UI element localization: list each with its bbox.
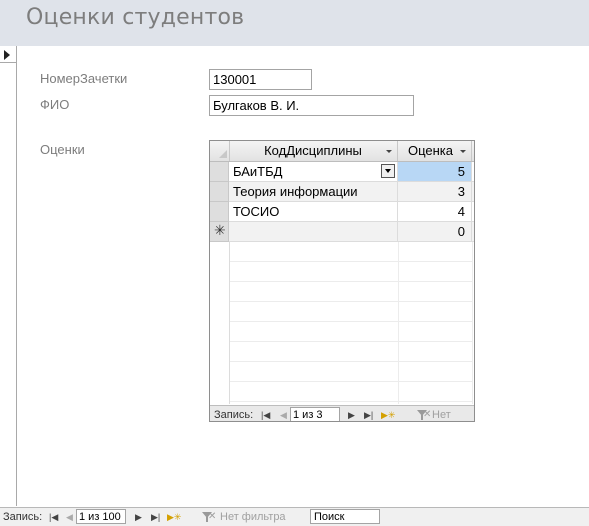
subform-record-position[interactable]: 1 из 3 xyxy=(290,407,340,421)
new-record-row[interactable]: ✳ 0 xyxy=(210,222,474,242)
new-record-marker-icon: ✳ xyxy=(214,223,226,239)
column-header-grade-label: Оценка xyxy=(407,143,454,158)
column-header-discipline[interactable]: КодДисциплины xyxy=(229,141,398,161)
table-row[interactable]: ТОСИО 4 xyxy=(210,202,474,222)
empty-area-divider xyxy=(398,242,399,404)
empty-area-divider xyxy=(472,242,473,404)
grade-cell[interactable]: 3 xyxy=(398,182,472,201)
datasheet-header: КодДисциплины Оценка xyxy=(210,141,474,162)
main-filter-status[interactable]: Нет фильтра xyxy=(220,508,286,526)
discipline-value: БАиТБД xyxy=(233,164,283,179)
subform-filter-status[interactable]: Нет фил xyxy=(432,406,474,421)
empty-area-line xyxy=(229,262,472,282)
row-selector[interactable] xyxy=(210,162,229,182)
empty-area-divider xyxy=(229,242,230,404)
empty-area-line xyxy=(229,382,472,402)
datasheet-body: БАиТБД 5 Теория информации 3 ТОСИО 4 ✳ 0 xyxy=(210,162,474,404)
grades-label: Оценки xyxy=(40,142,85,157)
empty-area-line xyxy=(229,242,472,262)
empty-area-line xyxy=(229,362,472,382)
record-selector-bar[interactable] xyxy=(0,46,17,506)
access-form-window: Оценки студентов НомерЗачетки 130001 ФИО… xyxy=(0,0,589,526)
discipline-cell[interactable] xyxy=(229,222,398,241)
grade-cell[interactable]: 4 xyxy=(398,202,472,221)
last-record-icon[interactable]: ▶| xyxy=(151,508,160,526)
table-row[interactable]: БАиТБД 5 xyxy=(210,162,474,182)
row-selector[interactable] xyxy=(210,202,229,222)
grade-cell[interactable]: 5 xyxy=(398,162,472,181)
combo-dropdown-button[interactable] xyxy=(381,164,395,178)
fio-field[interactable]: Булгаков В. И. xyxy=(209,95,414,116)
column-header-discipline-label: КодДисциплины xyxy=(264,143,362,158)
first-record-icon[interactable]: |◀ xyxy=(261,406,270,421)
new-record-icon[interactable]: ▶✳ xyxy=(167,508,181,526)
subform-navigation-bar: Запись: |◀ ◀ 1 из 3 ▶ ▶| ▶✳ ✕ Нет фил xyxy=(210,405,474,421)
last-record-icon[interactable]: ▶| xyxy=(364,406,373,421)
discipline-cell[interactable]: Теория информации xyxy=(229,182,398,201)
form-header: Оценки студентов xyxy=(0,0,589,46)
first-record-icon[interactable]: |◀ xyxy=(49,508,58,526)
new-record-icon[interactable]: ▶✳ xyxy=(381,406,395,421)
fio-label: ФИО xyxy=(40,97,70,112)
sort-filter-dropdown-icon[interactable] xyxy=(386,150,392,153)
empty-area-line xyxy=(229,342,472,362)
empty-area-line xyxy=(229,282,472,302)
prev-record-icon[interactable]: ◀ xyxy=(66,508,73,526)
column-header-grade[interactable]: Оценка xyxy=(398,141,472,161)
subform-record-label: Запись: xyxy=(214,409,254,421)
discipline-cell[interactable]: ТОСИО xyxy=(229,202,398,221)
record-book-field[interactable]: 130001 xyxy=(209,69,312,90)
empty-area-line xyxy=(229,322,472,342)
table-row[interactable]: Теория информации 3 xyxy=(210,182,474,202)
next-record-icon[interactable]: ▶ xyxy=(348,406,355,421)
prev-record-icon[interactable]: ◀ xyxy=(280,406,287,421)
record-book-label: НомерЗачетки xyxy=(40,71,128,86)
no-filter-x-icon: ✕ xyxy=(208,511,217,522)
row-selector[interactable] xyxy=(210,182,229,202)
search-input[interactable]: Поиск xyxy=(310,509,380,524)
new-row-selector[interactable]: ✳ xyxy=(210,222,229,242)
empty-area-line xyxy=(229,302,472,322)
main-record-label: Запись: xyxy=(3,511,43,523)
select-all-corner[interactable] xyxy=(210,141,230,161)
form-title: Оценки студентов xyxy=(26,5,245,30)
current-record-selector[interactable] xyxy=(0,46,16,63)
grades-subform[interactable]: КодДисциплины Оценка БАиТБД 5 Теория инф… xyxy=(209,140,475,422)
main-navigation-bar: Запись: |◀ ◀ 1 из 100 ▶ ▶| ▶✳ ✕ Нет филь… xyxy=(0,507,589,526)
next-record-icon[interactable]: ▶ xyxy=(135,508,142,526)
discipline-cell[interactable]: БАиТБД xyxy=(229,162,398,181)
current-record-arrow-icon xyxy=(4,50,10,60)
no-filter-x-icon: ✕ xyxy=(423,409,432,420)
sort-filter-dropdown-icon[interactable] xyxy=(460,150,466,153)
grade-cell[interactable]: 0 xyxy=(398,222,472,241)
main-record-position[interactable]: 1 из 100 xyxy=(76,509,126,524)
